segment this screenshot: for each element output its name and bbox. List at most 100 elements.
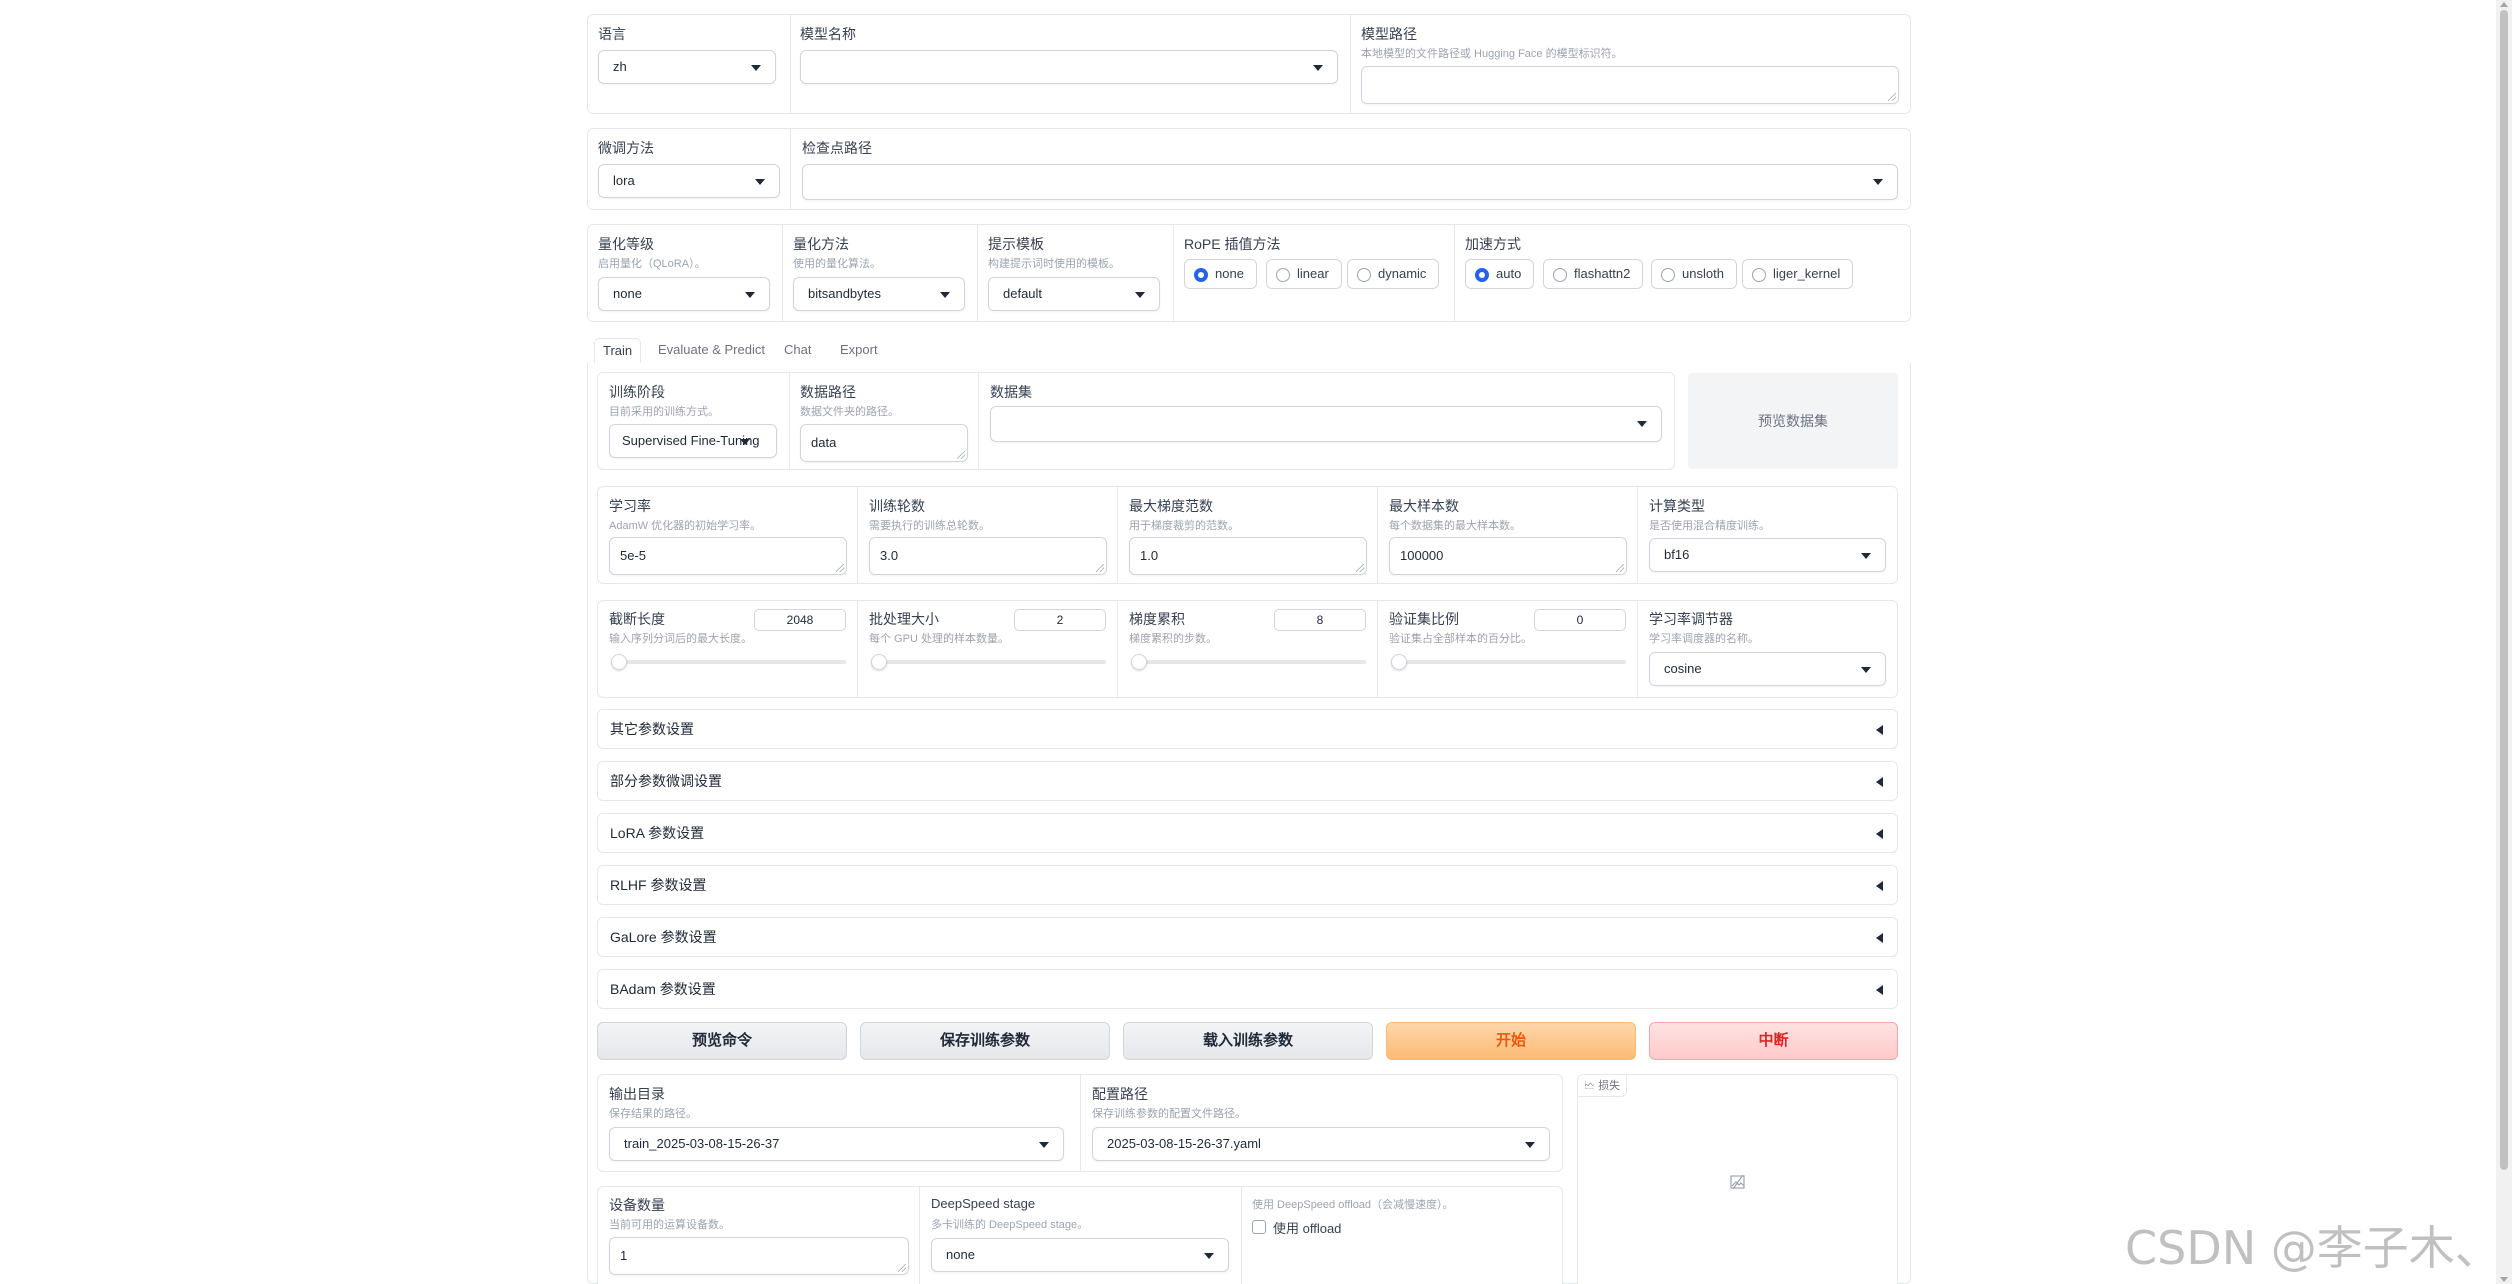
output-dir-dropdown[interactable]: train_2025-03-08-15-26-37 — [609, 1127, 1064, 1161]
resize-grip-icon[interactable] — [898, 1264, 906, 1272]
accordion-other-settings[interactable]: 其它参数设置 — [597, 709, 1898, 749]
language-dropdown[interactable]: zh — [598, 50, 776, 84]
resize-grip-icon[interactable] — [957, 451, 965, 459]
image-placeholder-icon — [1729, 1173, 1747, 1191]
accordion-freeze-settings[interactable]: 部分参数微调设置 — [597, 761, 1898, 801]
rope-option-linear[interactable]: linear — [1266, 259, 1342, 289]
epochs-input[interactable]: 3.0 — [869, 537, 1107, 575]
csdn-watermark: CSDN @李子木、 — [2125, 1221, 2501, 1275]
chevron-down-icon — [940, 292, 950, 298]
finetune-method-dropdown[interactable]: lora — [598, 164, 780, 198]
divider — [1637, 601, 1638, 697]
stage-value: Supervised Fine-Tuning — [622, 433, 760, 448]
scroll-up-icon[interactable] — [2500, 2, 2508, 7]
booster-option-liger-kernel[interactable]: liger_kernel — [1742, 259, 1854, 289]
max-grad-norm-input[interactable]: 1.0 — [1129, 537, 1367, 575]
ds-offload-checkbox[interactable] — [1252, 1220, 1266, 1234]
rope-label: RoPE 插值方法 — [1184, 236, 1281, 252]
val-size-slider-thumb[interactable] — [1391, 654, 1407, 670]
cutoff-len-slider-thumb[interactable] — [611, 654, 627, 670]
resize-grip-icon[interactable] — [1616, 564, 1624, 572]
accordion-badam-settings[interactable]: BAdam 参数设置 — [597, 969, 1898, 1009]
dataset-dropdown[interactable] — [990, 406, 1662, 442]
model-path-input[interactable] — [1361, 66, 1899, 104]
dataset-dir-info: 数据文件夹的路径。 — [800, 406, 899, 418]
ds-stage-label: DeepSpeed stage — [931, 1196, 1036, 1211]
grad-accum-slider-thumb[interactable] — [1131, 654, 1147, 670]
epochs-label: 训练轮数 — [869, 498, 925, 514]
page-scrollbar[interactable] — [2496, 0, 2512, 1284]
lr-scheduler-dropdown[interactable]: cosine — [1649, 652, 1886, 686]
quant-bit-dropdown[interactable]: none — [598, 277, 770, 311]
accordion-title: GaLore 参数设置 — [610, 929, 717, 945]
chart-icon: 🗠 — [1584, 1080, 1596, 1092]
template-dropdown[interactable]: default — [988, 277, 1160, 311]
booster-option-label: auto — [1496, 266, 1522, 281]
resize-grip-icon[interactable] — [836, 564, 844, 572]
rope-option-dynamic[interactable]: dynamic — [1347, 259, 1440, 289]
start-button[interactable]: 开始 — [1386, 1022, 1636, 1060]
max-grad-norm-value: 1.0 — [1140, 548, 1159, 563]
chevron-down-icon — [740, 439, 750, 445]
batch-size-slider-thumb[interactable] — [871, 654, 887, 670]
grad-accum-number[interactable]: 8 — [1274, 609, 1366, 631]
cutoff-len-slider[interactable] — [611, 660, 846, 664]
val-size-slider[interactable] — [1391, 660, 1626, 664]
device-count-input[interactable]: 1 — [609, 1237, 909, 1275]
divider — [977, 225, 978, 321]
divider — [1117, 487, 1118, 583]
val-size-info: 验证集占全部样本的百分比。 — [1389, 633, 1532, 645]
loss-plot-label: 损失 — [1598, 1080, 1621, 1092]
val-size-label: 验证集比例 — [1389, 611, 1459, 627]
lr-scheduler-label: 学习率调节器 — [1649, 611, 1733, 627]
resize-grip-icon[interactable] — [1356, 564, 1364, 572]
booster-option-unsloth[interactable]: unsloth — [1651, 259, 1737, 289]
rope-option-label: linear — [1297, 266, 1329, 281]
checkpoint-path-dropdown[interactable] — [802, 164, 1898, 200]
resize-grip-icon[interactable] — [1096, 564, 1104, 572]
learning-rate-input[interactable]: 5e-5 — [609, 537, 847, 575]
tab-train[interactable]: Train — [594, 338, 642, 364]
accordion-lora-settings[interactable]: LoRA 参数设置 — [597, 813, 1898, 853]
save-args-button[interactable]: 保存训练参数 — [860, 1022, 1110, 1060]
dataset-dir-input[interactable]: data — [800, 424, 968, 462]
resize-grip-icon[interactable] — [1888, 93, 1896, 101]
cutoff-len-number[interactable]: 2048 — [754, 609, 846, 631]
preview-command-button[interactable]: 预览命令 — [597, 1022, 847, 1060]
scrollbar-thumb[interactable] — [2500, 10, 2508, 1170]
grad-accum-slider[interactable] — [1131, 660, 1366, 664]
preview-dataset-button[interactable]: 预览数据集 — [1688, 373, 1898, 469]
model-name-dropdown[interactable] — [800, 50, 1338, 84]
scroll-down-icon[interactable] — [2500, 1277, 2508, 1282]
accordion-title: 部分参数微调设置 — [610, 773, 722, 789]
divider — [782, 225, 783, 321]
dataset-dir-value: data — [811, 435, 837, 450]
load-args-button[interactable]: 载入训练参数 — [1123, 1022, 1373, 1060]
model-path-info: 本地模型的文件路径或 Hugging Face 的模型标识符。 — [1361, 48, 1623, 60]
accordion-rlhf-settings[interactable]: RLHF 参数设置 — [597, 865, 1898, 905]
config-path-dropdown[interactable]: 2025-03-08-15-26-37.yaml — [1092, 1127, 1550, 1161]
batch-size-slider[interactable] — [871, 660, 1106, 664]
ds-stage-dropdown[interactable]: none — [931, 1238, 1229, 1272]
accordion-galore-settings[interactable]: GaLore 参数设置 — [597, 917, 1898, 957]
tab-export[interactable]: Export — [840, 338, 878, 364]
quant-method-dropdown[interactable]: bitsandbytes — [793, 277, 965, 311]
max-samples-input[interactable]: 100000 — [1389, 537, 1627, 575]
compute-type-dropdown[interactable]: bf16 — [1649, 538, 1886, 572]
tab-chat[interactable]: Chat — [784, 338, 811, 364]
rope-option-none[interactable]: none — [1184, 259, 1257, 289]
learning-rate-value: 5e-5 — [620, 548, 647, 563]
quant-method-label: 量化方法 — [793, 236, 849, 252]
divider — [1080, 1075, 1081, 1171]
ds-offload-info: 使用 DeepSpeed offload（会减慢速度）。 — [1252, 1199, 1454, 1211]
accordion-title: LoRA 参数设置 — [610, 825, 705, 841]
stop-button[interactable]: 中断 — [1649, 1022, 1898, 1060]
device-count-value: 1 — [620, 1248, 628, 1263]
radio-icon — [1752, 268, 1766, 282]
booster-option-auto[interactable]: auto — [1465, 259, 1535, 289]
batch-size-number[interactable]: 2 — [1014, 609, 1106, 631]
booster-option-flashattn2[interactable]: flashattn2 — [1543, 259, 1644, 289]
tab-evaluate-predict[interactable]: Evaluate & Predict — [658, 338, 765, 364]
stage-dropdown[interactable]: Supervised Fine-Tuning — [609, 424, 777, 458]
val-size-number[interactable]: 0 — [1534, 609, 1626, 631]
